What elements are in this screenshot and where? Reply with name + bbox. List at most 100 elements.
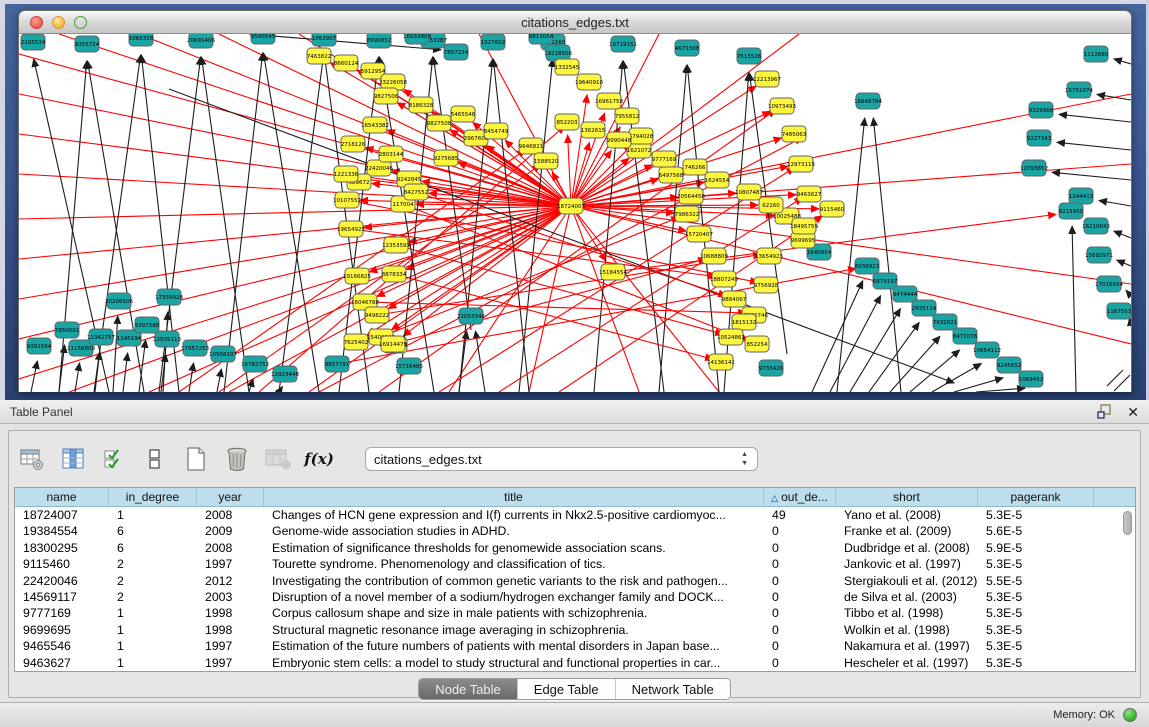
graph-node[interactable]: 9329966 — [1029, 102, 1054, 118]
row-height-button[interactable] — [142, 446, 168, 472]
graph-node[interactable]: 7955812 — [615, 108, 640, 124]
graph-node[interactable]: 12213967 — [753, 71, 781, 87]
tab-network-table[interactable]: Network Table — [616, 679, 730, 699]
graph-node[interactable]: 16210643 — [1082, 218, 1110, 234]
graph-node[interactable]: 15720407 — [685, 226, 713, 242]
table-settings-button[interactable] — [19, 446, 45, 472]
graph-node[interactable]: 16543382 — [361, 117, 389, 133]
graph-node[interactable]: 9115460 — [820, 201, 845, 217]
graph-node[interactable]: 9733426 — [759, 360, 784, 376]
graph-node[interactable]: 18495759 — [790, 218, 818, 234]
graph-node[interactable]: 8938923 — [855, 258, 880, 274]
graph-node[interactable]: 8186328 — [409, 97, 434, 113]
table-row[interactable]: 1456911722003Disruption of a novel membe… — [15, 589, 1135, 605]
graph-node[interactable]: 1362615 — [581, 122, 606, 138]
graph-node[interactable]: 8990852 — [367, 34, 392, 48]
graph-node[interactable]: 1065328 — [129, 34, 154, 46]
delete-trash-button[interactable] — [224, 446, 250, 472]
graph-node[interactable]: 15184554 — [599, 264, 627, 280]
graph-node[interactable]: 1052907 — [312, 34, 337, 46]
graph-node[interactable]: 15692971 — [1085, 247, 1113, 263]
graph-node[interactable]: 9646821 — [519, 138, 544, 154]
graph-node[interactable]: 4671308 — [675, 40, 700, 56]
table-row[interactable]: 1938455462009Genome-wide association stu… — [15, 523, 1135, 539]
graph-node[interactable]: 18724007 — [557, 198, 585, 214]
graph-node[interactable]: 9275685 — [434, 150, 459, 166]
graph-node[interactable]: 19654925 — [337, 221, 365, 237]
graph-node[interactable]: 62160 — [759, 197, 783, 213]
graph-node[interactable]: 1167553 — [1107, 303, 1131, 319]
function-builder-button[interactable]: f(x) — [306, 446, 332, 472]
graph-node[interactable]: 1112680 — [1084, 46, 1109, 62]
graph-node[interactable]: 852203 — [555, 114, 579, 130]
graph-node[interactable]: 1244413 — [1069, 188, 1094, 204]
graph-node[interactable]: 17359928 — [155, 289, 183, 305]
graph-node[interactable]: 9227343 — [1027, 130, 1052, 146]
graph-node[interactable]: 14136141 — [707, 354, 735, 370]
graph-node[interactable]: 9245652 — [997, 357, 1022, 373]
table-row[interactable]: 1872400712008Changes of HCN gene express… — [15, 507, 1135, 523]
graph-node[interactable]: 1588520 — [534, 153, 559, 169]
graph-node[interactable]: 8813054 — [529, 34, 554, 44]
graph-node[interactable]: 12973115 — [787, 156, 815, 172]
graph-node[interactable]: 7463822 — [307, 48, 332, 64]
graph-node[interactable]: 18807249 — [710, 271, 738, 287]
graph-node[interactable]: 7625402 — [344, 334, 369, 350]
graph-node[interactable]: 9498222 — [365, 307, 390, 323]
graph-node[interactable]: 9590545 — [251, 34, 276, 44]
graph-node[interactable]: 9756928 — [754, 277, 779, 293]
graph-node[interactable]: 7857224 — [444, 44, 469, 60]
graph-node[interactable]: 9990448 — [607, 132, 632, 148]
graph-node[interactable]: 2935114 — [912, 300, 937, 316]
graph-node[interactable]: 9391594 — [27, 338, 52, 354]
network-canvas[interactable]: 2105534935572410653282069140695905451052… — [19, 34, 1131, 392]
column-header-in_degree[interactable]: in_degree — [109, 488, 197, 506]
column-header-pagerank[interactable]: pagerank — [978, 488, 1094, 506]
graph-node[interactable]: 9827508 — [427, 115, 452, 131]
graph-node[interactable]: 10524861 — [717, 329, 745, 345]
graph-node[interactable]: 2803144 — [379, 146, 404, 162]
graph-node[interactable]: 12342757 — [87, 329, 115, 345]
show-columns-button[interactable] — [60, 446, 86, 472]
graph-node[interactable]: 10958107 — [209, 346, 237, 362]
close-panel-icon[interactable]: ✕ — [1127, 404, 1139, 420]
graph-node[interactable]: 9355724 — [75, 36, 100, 52]
table-row[interactable]: 969969511998Structural magnetic resonanc… — [15, 622, 1135, 638]
graph-node[interactable]: 9474444 — [893, 286, 918, 302]
graph-node[interactable]: 17957253 — [181, 340, 209, 356]
graph-node[interactable]: 19640910 — [575, 74, 603, 90]
graph-node[interactable]: 9463627 — [797, 186, 822, 202]
graph-node[interactable]: 12505113 — [153, 331, 181, 347]
tab-node-table[interactable]: Node Table — [419, 679, 518, 699]
graph-node[interactable]: 21053346 — [457, 308, 485, 324]
graph-node[interactable]: 10107552 — [333, 192, 361, 208]
graph-node[interactable]: 16033809 — [403, 34, 431, 44]
scrollbar-thumb[interactable] — [1123, 511, 1132, 535]
table-selector-dropdown[interactable]: citations_edges.txt ▲▼ — [365, 447, 758, 471]
graph-node[interactable]: 8427552 — [404, 184, 429, 200]
graph-node[interactable]: 15716485 — [395, 358, 423, 374]
graph-node[interactable]: 1069452 — [1019, 371, 1044, 387]
graph-node[interactable]: 9884067 — [722, 291, 747, 307]
graph-node[interactable]: 9777169 — [652, 151, 677, 167]
graph-node[interactable]: 8878334 — [382, 266, 407, 282]
graph-node[interactable]: 852254 — [745, 336, 769, 352]
graph-node[interactable]: 1332545 — [555, 59, 580, 75]
graph-node[interactable]: 12353593 — [382, 237, 410, 253]
graph-node[interactable]: 19166825 — [343, 268, 371, 284]
graph-node[interactable]: 7515526 — [737, 48, 762, 64]
column-header-title[interactable]: title — [264, 488, 764, 506]
select-all-button[interactable] — [101, 446, 127, 472]
table-row[interactable]: 946362711997Embryonic stem cells: a mode… — [15, 655, 1135, 671]
graph-node[interactable]: 8215955 — [1059, 203, 1084, 219]
graph-node[interactable]: 8454749 — [484, 123, 509, 139]
table-scrollbar[interactable] — [1120, 509, 1133, 669]
graph-node[interactable]: 16961758 — [595, 93, 623, 109]
graph-node[interactable]: 5465546 — [451, 106, 476, 122]
graph-node[interactable]: 17016504 — [1095, 276, 1123, 292]
graph-node[interactable]: 6497568 — [659, 167, 684, 183]
graph-node[interactable]: 10807487 — [735, 184, 763, 200]
graph-node[interactable]: 1527602 — [481, 34, 506, 50]
graph-node[interactable]: 6794028 — [629, 128, 654, 144]
graph-node[interactable]: 9827506 — [374, 88, 399, 104]
